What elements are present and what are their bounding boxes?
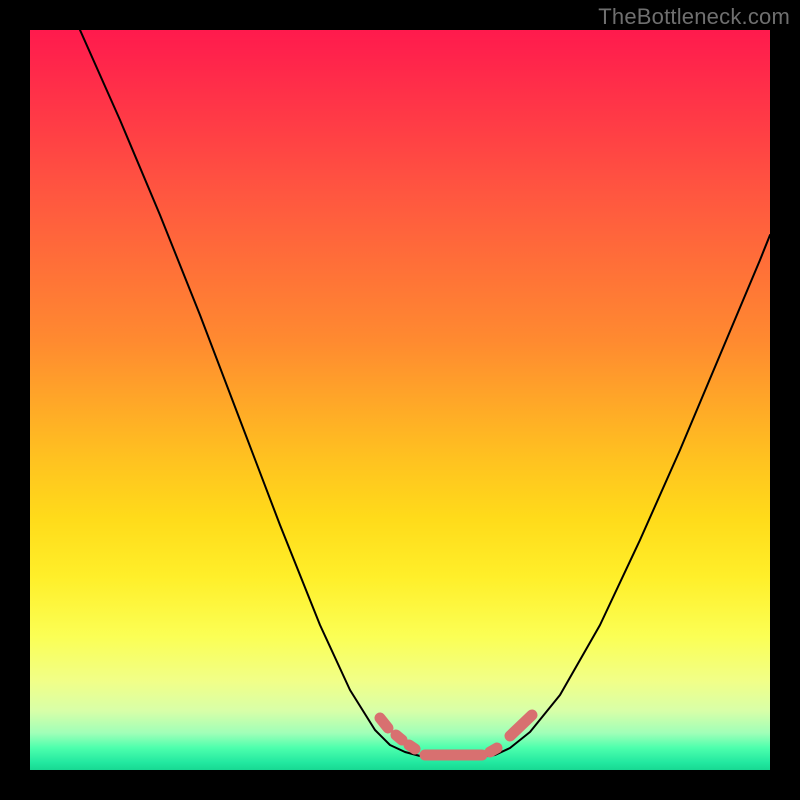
marker-segment (396, 735, 402, 740)
marker-segment (409, 745, 415, 749)
v-curve (80, 30, 770, 758)
marker-segment (380, 718, 388, 728)
plot-area (30, 30, 770, 770)
curve-layer (30, 30, 770, 770)
chart-frame: TheBottleneck.com (0, 0, 800, 800)
marker-segment (490, 748, 497, 752)
attribution-label: TheBottleneck.com (598, 4, 790, 30)
